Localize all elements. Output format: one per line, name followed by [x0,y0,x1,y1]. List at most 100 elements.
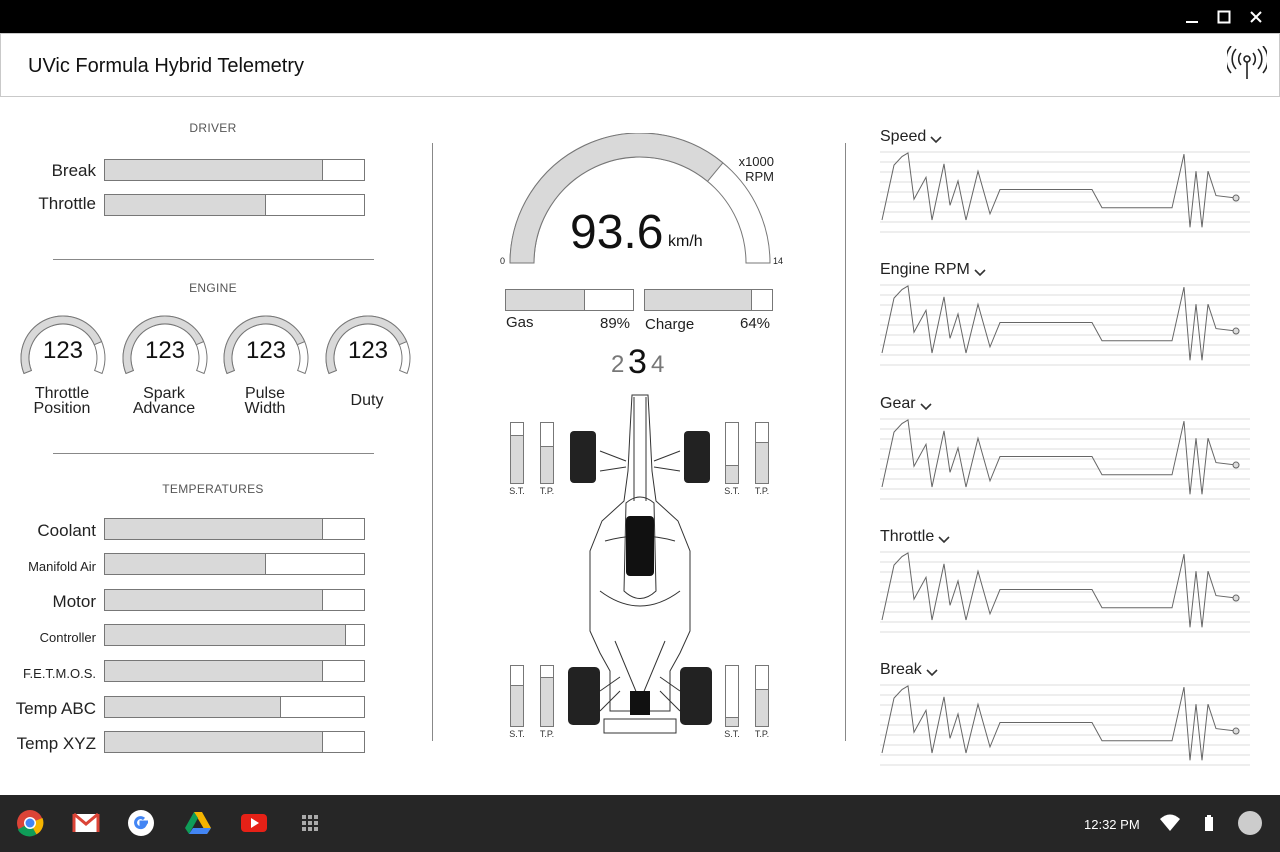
tp-label: T.P. [754,486,770,496]
system-clock[interactable]: 12:32 PM [1084,817,1140,832]
app-header: UVic Formula Hybrid Telemetry [0,33,1280,97]
temperature-fill [105,661,323,681]
rear-left-tp-fill [541,676,553,726]
charge-bar [644,289,773,311]
divider [432,143,433,741]
gauge-label-line: Position [33,400,91,417]
sparkline-end-point [1232,461,1240,469]
engine-section-title: ENGINE [189,281,237,295]
account-avatar[interactable] [1238,811,1262,835]
front-left-st-fill [511,435,523,483]
sparkline-series [881,685,1237,761]
tp-label: T.P. [539,729,555,739]
tp-label: T.P. [539,486,555,496]
temperatures-section-title: TEMPERATURES [162,482,264,496]
rear-right-st-fill [726,717,738,726]
front-left-tp-fill [541,445,553,483]
app-launcher-icon[interactable] [296,809,324,837]
car-diagram [568,394,712,734]
chart-title-label: Throttle [880,528,935,545]
gear-next: 4 [651,351,665,378]
chart-title-label: Break [880,661,922,678]
signal-tower-icon[interactable] [1225,45,1269,82]
st-label: S.T. [724,729,740,739]
temperature-label: Motor [52,592,96,611]
speedometer-max: 14 [773,256,784,266]
driver-throttle-fill [105,195,266,215]
temperature-fill [105,554,266,574]
gauge-label-line: Pulse [244,385,286,402]
rear-right-st-bar [725,665,739,727]
gauge-label-line: Width [244,400,286,417]
page-title: UVic Formula Hybrid Telemetry [28,55,305,77]
driver-break-bar [104,159,365,181]
rpm-unit-label: RPM [745,169,774,184]
rear-left-tp-bar [540,665,554,727]
sparkline-series [881,152,1237,228]
chart-title-label: Gear [880,395,916,412]
temperature-fill [105,697,282,717]
sparkline-series [881,552,1237,628]
temperature-bar [104,660,365,682]
gas-fill [506,290,585,310]
wifi-icon[interactable] [1158,813,1182,835]
battery-icon[interactable] [1202,813,1216,835]
chevron-down-icon [938,532,950,544]
gauge-label-line: Duty [350,392,384,409]
chart-title-dropdown[interactable]: Engine RPM [880,261,986,279]
sparkline-chart [880,151,1250,233]
engine-gauge: 123 [120,313,210,383]
temperature-fill [105,732,323,752]
gear-prev: 2 [611,351,625,378]
charge-fill [645,290,752,310]
engine-gauge: 123 [221,313,311,383]
temperature-bar [104,624,365,646]
sparkline-chart [880,418,1250,500]
divider [845,143,846,741]
gas-value: 89% [600,315,631,332]
temperature-label: Coolant [37,521,96,540]
gauge-value: 123 [42,337,84,364]
gmail-icon[interactable] [72,809,100,837]
gauge-label: Duty [317,392,417,409]
gas-bar [505,289,634,311]
chart-title-dropdown[interactable]: Speed [880,128,942,146]
chart-title-dropdown[interactable]: Gear [880,395,932,413]
chevron-down-icon [930,132,942,144]
driver-break-label: Break [51,161,96,180]
temperature-fill [105,590,323,610]
engine-gauge: 123 [18,313,108,383]
temperature-fill [105,625,346,645]
driver-section-title: DRIVER [189,121,237,135]
chart-title-dropdown[interactable]: Throttle [880,528,950,546]
gauge-label-line: Spark [143,385,185,402]
temperature-label: F.E.T.M.O.S. [23,666,96,681]
close-icon[interactable] [1240,0,1272,33]
rear-left-st-fill [511,685,523,726]
temperature-bar [104,731,365,753]
rpm-scale-label: x1000 [738,154,774,169]
maximize-icon[interactable] [1208,0,1240,33]
driver-throttle-bar [104,194,365,216]
youtube-icon[interactable] [240,809,268,837]
chart-title-dropdown[interactable]: Break [880,661,938,679]
speed-unit: km/h [668,233,703,250]
google-icon[interactable] [127,809,155,837]
app-window: UVic Formula Hybrid Telemetry DRIVER Bre… [0,33,1280,795]
sparkline-series [881,419,1237,495]
gauge-value: 123 [245,337,287,364]
temperature-label: Controller [39,630,96,645]
sparkline-end-point [1232,194,1240,202]
chart-title-label: Speed [880,128,927,145]
temperature-label: Temp ABC [15,699,96,718]
temperature-bar [104,589,365,611]
chrome-icon[interactable] [16,809,44,837]
drive-icon[interactable] [184,809,212,837]
sparkline-chart [880,551,1250,633]
gauge-value: 123 [144,337,186,364]
taskbar: 12:32 PM [0,795,1280,852]
front-right-tp-bar [755,422,769,484]
sparkline-end-point [1232,594,1240,602]
front-left-st-bar [510,422,524,484]
minimize-icon[interactable] [1176,0,1208,33]
